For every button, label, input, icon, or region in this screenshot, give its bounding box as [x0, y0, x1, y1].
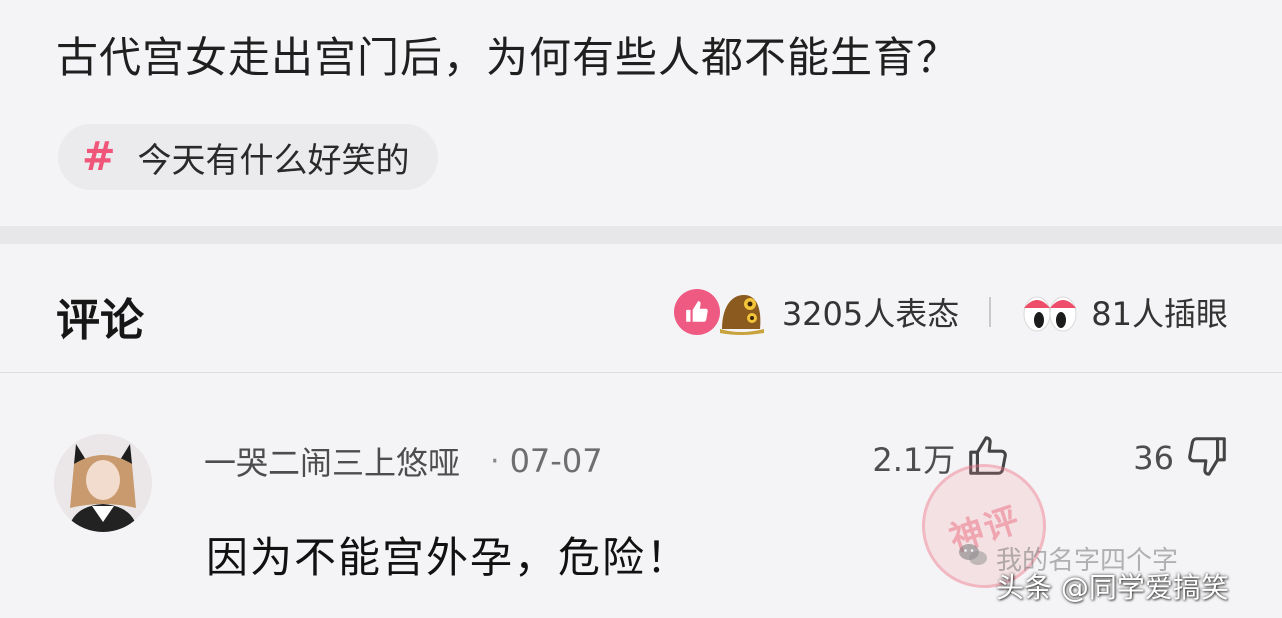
comment-meta: 一哭二闹三上悠哑 · 07-07: [204, 438, 603, 484]
reaction-divider: [989, 297, 992, 327]
hash-icon: #: [82, 134, 116, 180]
eyes-reaction-icon[interactable]: [1021, 288, 1079, 336]
post-title: 古代宫女走出宫门后，为何有些人都不能生育？: [56, 33, 960, 82]
reaction-count: 3205人表态: [781, 295, 960, 333]
vote-area: 2.1万 36: [872, 430, 1230, 486]
owl-reaction-icon[interactable]: [716, 287, 766, 337]
thumbs-up-reaction-icon[interactable]: [673, 289, 720, 335]
meta-dot: ·: [490, 443, 500, 479]
username[interactable]: 一哭二闹三上悠哑: [204, 438, 460, 484]
topic-chip[interactable]: # 今天有什么好笑的: [58, 124, 438, 190]
comments-header: 评论 3205人表态 81人插眼: [0, 244, 1282, 374]
like-count: 2.1万: [872, 441, 956, 479]
wechat-icon: [958, 542, 988, 575]
source-watermark: 头条 @同学爱搞笑: [996, 571, 1229, 604]
comment-text: 因为不能宫外孕，危险！: [206, 533, 691, 582]
comments-title: 评论: [56, 295, 144, 346]
eyes-count: 81人插眼: [1091, 295, 1228, 333]
topic-label: 今天有什么好笑的: [137, 140, 410, 181]
thumbs-down-icon[interactable]: [1184, 433, 1230, 483]
reactions-bar[interactable]: 3205人表态 81人插眼: [673, 282, 1228, 342]
dislike-count: 36: [1133, 439, 1174, 477]
comment-divider: [0, 372, 1282, 373]
avatar[interactable]: [54, 434, 152, 532]
section-divider: [0, 226, 1282, 244]
comment-date: 07-07: [509, 442, 603, 480]
